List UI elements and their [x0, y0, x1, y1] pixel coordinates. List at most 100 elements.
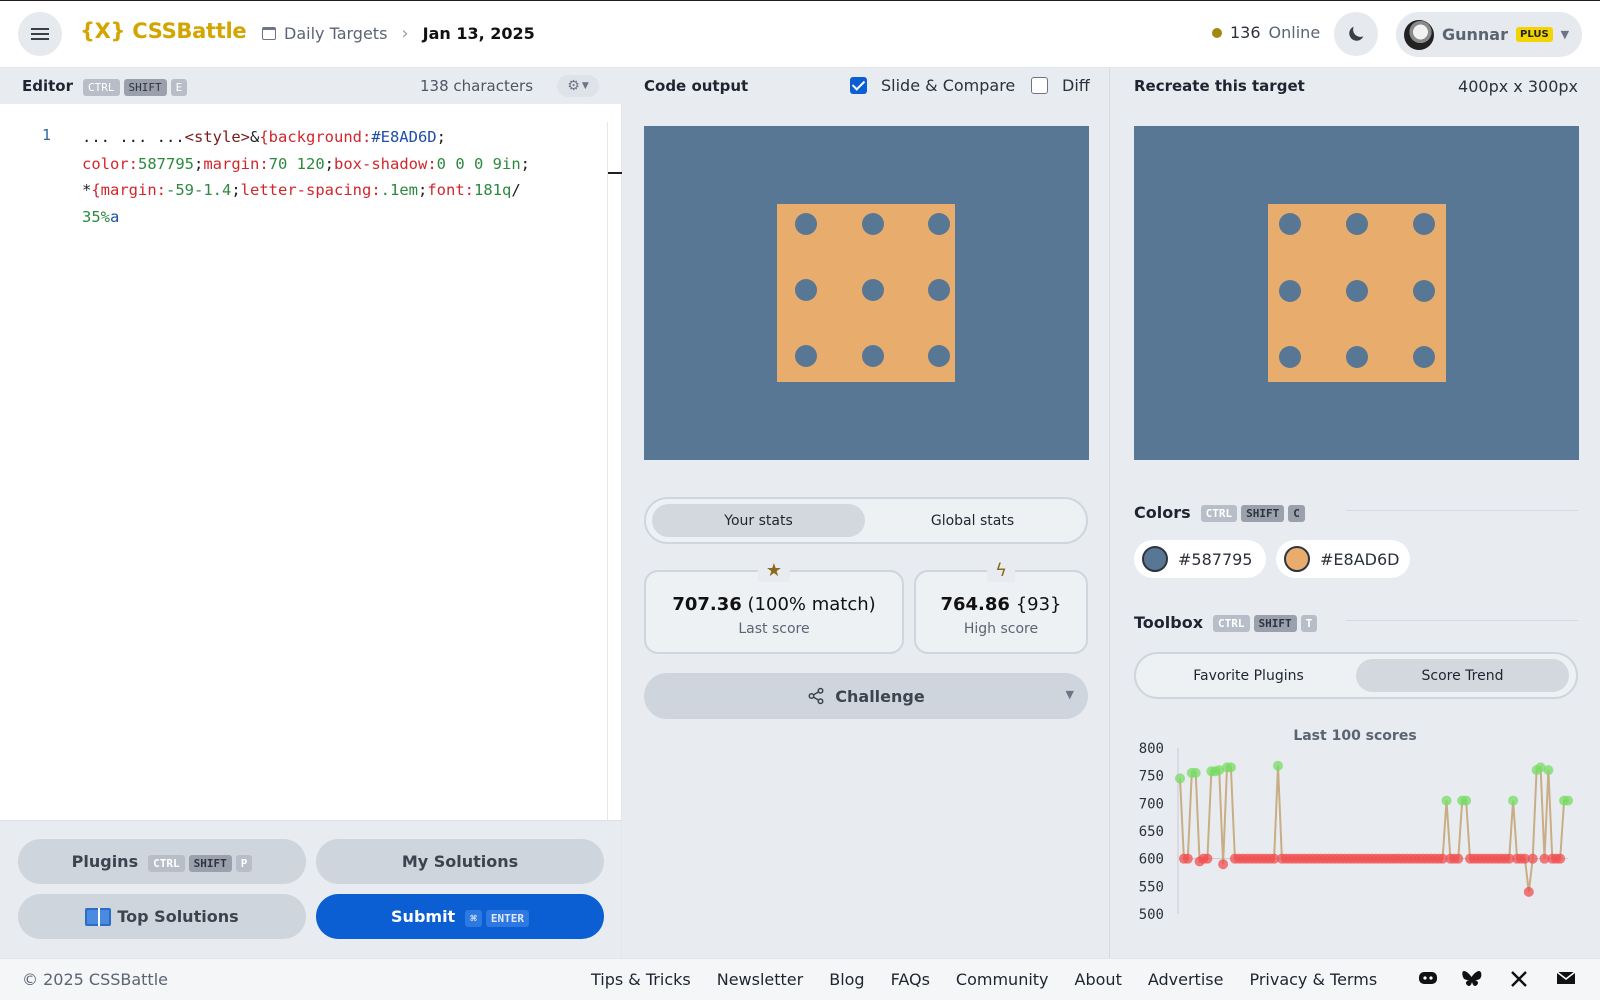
diff-label[interactable]: Diff [1062, 76, 1090, 95]
score-point[interactable] [1508, 795, 1519, 806]
kbd-shift: SHIFT [188, 854, 232, 872]
footer-link-newsletter[interactable]: Newsletter [717, 970, 804, 989]
code-token: ; [324, 154, 335, 173]
footer-link-advertise[interactable]: Advertise [1148, 970, 1224, 989]
tab-favorite-plugins[interactable]: Favorite Plugins [1142, 659, 1355, 692]
output-header: Code output Slide & Compare Diff [622, 68, 1110, 104]
footer-link-tips[interactable]: Tips & Tricks [591, 970, 691, 989]
output-dot [795, 279, 817, 301]
target-square [1268, 204, 1446, 382]
book-icon [85, 907, 112, 926]
top-solutions-label: Top Solutions [117, 907, 239, 926]
divider [1346, 620, 1578, 621]
color-swatch-1[interactable]: #587795 [1134, 540, 1266, 578]
score-point[interactable] [1202, 853, 1213, 864]
footer-link-about[interactable]: About [1075, 970, 1122, 989]
mail-icon[interactable] [1556, 970, 1576, 991]
editor-header: Editor CTRL SHIFT E 138 characters ⚙ ▼ [0, 68, 622, 104]
y-tick-label: 750 [1139, 769, 1164, 785]
output-dot [928, 279, 950, 301]
footer-link-blog[interactable]: Blog [829, 970, 864, 989]
cssbattle-logo[interactable]: {X} CSSBattle [80, 19, 247, 43]
challenge-button[interactable]: Challenge ▼ [644, 673, 1088, 719]
score-point[interactable] [1453, 853, 1464, 864]
kbd-enter: ENTER [485, 909, 529, 927]
score-point[interactable] [1523, 886, 1534, 897]
footer-link-privacy[interactable]: Privacy & Terms [1249, 970, 1377, 989]
score-point[interactable] [1527, 853, 1538, 864]
kbd-c: C [1288, 505, 1305, 522]
code-token: font: [427, 181, 474, 199]
code-token: box-shadow: [334, 154, 437, 173]
user-menu[interactable]: Gunnar PLUS ▼ [1396, 12, 1582, 57]
tab-your-stats[interactable]: Your stats [652, 504, 865, 537]
online-count: 136 [1230, 23, 1261, 42]
star-icon: ★ [757, 560, 791, 582]
footer-links: Tips & Tricks Newsletter Blog FAQs Commu… [591, 970, 1377, 989]
code-output-canvas[interactable] [644, 126, 1089, 460]
kbd-shift: SHIFT [1241, 505, 1285, 522]
target-dimensions: 400px x 300px [1458, 76, 1578, 96]
slide-compare-checkbox[interactable] [850, 77, 867, 94]
diff-checkbox[interactable] [1031, 77, 1048, 94]
target-dot [1279, 213, 1301, 235]
score-point[interactable] [1182, 853, 1193, 864]
code-token: 70 120 [268, 154, 325, 173]
footer-link-community[interactable]: Community [956, 970, 1049, 989]
score-point[interactable] [1175, 773, 1185, 784]
colors-title: Colors [1134, 502, 1191, 522]
discord-icon[interactable] [1418, 970, 1438, 991]
editor-scrollbar[interactable] [607, 122, 608, 822]
code-token: ; [520, 154, 531, 173]
chevron-down-icon[interactable]: ▼ [1066, 688, 1074, 701]
target-dot [1346, 280, 1368, 302]
score-point[interactable] [1441, 795, 1452, 806]
hamburger-menu-button[interactable] [18, 12, 62, 56]
code-token: letter-spacing: [240, 181, 381, 199]
top-solutions-button[interactable]: Top Solutions [18, 894, 306, 939]
plugins-label: Plugins [71, 852, 139, 871]
score-point[interactable] [1190, 767, 1201, 778]
score-point[interactable] [1555, 853, 1566, 864]
submit-button[interactable]: Submit ⌘ ENTER [316, 894, 604, 939]
y-tick-label: 600 [1139, 852, 1164, 868]
challenge-label: Challenge [835, 686, 925, 706]
calendar-icon [262, 27, 276, 40]
editor-settings-button[interactable]: ⚙ ▼ [557, 75, 599, 97]
high-score-number: 764.86 [940, 594, 1010, 615]
bluesky-icon[interactable] [1462, 970, 1482, 993]
score-point[interactable] [1563, 795, 1573, 806]
copyright: © 2025 CSSBattle [22, 970, 168, 989]
footer-link-faqs[interactable]: FAQs [891, 970, 930, 989]
slide-compare-label[interactable]: Slide & Compare [881, 76, 1015, 95]
kbd-p: P [235, 854, 253, 872]
y-tick-label: 500 [1139, 907, 1164, 923]
score-point[interactable] [1461, 795, 1472, 806]
score-point[interactable] [1272, 760, 1283, 771]
kbd-shift: SHIFT [123, 78, 167, 96]
code-editor[interactable]: 1 ... ... ...<style>&{background:#E8AD6D… [0, 104, 622, 822]
score-point[interactable] [1543, 765, 1554, 776]
breadcrumb-daily-targets[interactable]: Daily Targets [284, 24, 387, 43]
stats-toggle: Your stats Global stats [644, 497, 1088, 544]
score-series-line [1179, 765, 1568, 893]
score-point[interactable] [1225, 762, 1236, 773]
output-dot [928, 213, 950, 235]
my-solutions-button[interactable]: My Solutions [316, 839, 604, 884]
chevron-right-icon: › [401, 23, 409, 44]
kbd-cmd: ⌘ [465, 909, 482, 927]
x-icon[interactable] [1510, 970, 1528, 993]
output-panel: Your stats Global stats ★ 707.36 (100% m… [622, 104, 1110, 958]
score-point[interactable] [1218, 859, 1229, 870]
dark-mode-toggle[interactable] [1334, 12, 1378, 56]
plugins-button[interactable]: Plugins CTRL SHIFT P [18, 839, 306, 884]
code-content[interactable]: ... ... ...<style>&{background:#E8AD6D; … [82, 124, 602, 230]
tab-global-stats[interactable]: Global stats [866, 504, 1079, 537]
top-header: {X} CSSBattle Daily Targets › Jan 13, 20… [0, 0, 1600, 68]
color-swatch-2[interactable]: #E8AD6D [1276, 540, 1410, 578]
kbd-ctrl: CTRL [83, 78, 120, 96]
code-token: 181q [474, 181, 512, 199]
tab-score-trend[interactable]: Score Trend [1356, 659, 1569, 692]
character-count: 138 characters [420, 77, 534, 95]
code-token: .1em [380, 181, 418, 199]
